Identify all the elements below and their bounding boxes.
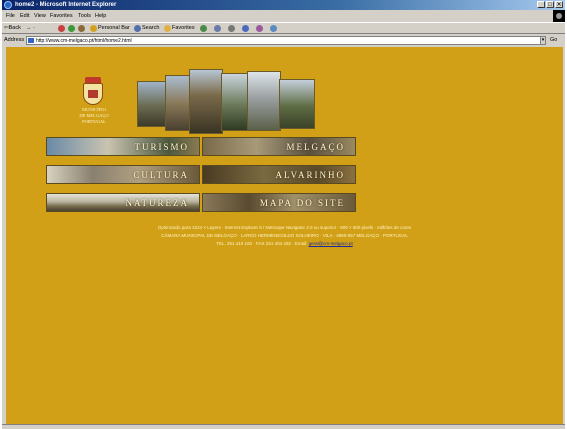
photo-collage bbox=[137, 69, 315, 134]
ie-throbber-icon bbox=[553, 10, 565, 22]
footer-contacts: TEL. 251 410 100 · FAX 251 404 425 · Ema… bbox=[6, 241, 563, 247]
favorites-button[interactable]: Favorites bbox=[172, 23, 195, 34]
menu-button-label: NATUREZA bbox=[125, 198, 189, 208]
forward-button[interactable]: → · bbox=[26, 23, 35, 34]
collage-photo-2 bbox=[165, 75, 191, 131]
crest-caption-line-3: PORTUGAL bbox=[82, 119, 106, 124]
menu-edit[interactable]: Edit bbox=[20, 11, 29, 21]
menu-view[interactable]: View bbox=[34, 11, 46, 21]
favorites-icon bbox=[164, 25, 171, 32]
page-icon bbox=[28, 38, 34, 43]
minimize-button[interactable]: _ bbox=[537, 1, 545, 8]
ie-logo-icon bbox=[4, 1, 12, 9]
search-button[interactable]: Search bbox=[142, 23, 159, 34]
history-icon[interactable] bbox=[200, 25, 207, 32]
menu-button-mapa-do-site[interactable]: MAPA DO SITE bbox=[202, 193, 356, 212]
menu-button-melgaco[interactable]: MELGAÇO bbox=[202, 137, 356, 156]
footer-phone-fax: TEL. 251 410 100 · FAX 251 404 425 · Ema… bbox=[216, 241, 308, 246]
personal-bar-icon bbox=[90, 25, 97, 32]
personal-bar-button[interactable]: Personal Bar bbox=[98, 23, 130, 34]
crest-caption: MUNICÍPIO DE MELGAÇO PORTUGAL bbox=[66, 107, 122, 125]
collage-photo-5 bbox=[247, 71, 281, 131]
menu-favorites[interactable]: Favorites bbox=[50, 11, 73, 21]
menu-button-label: TURISMO bbox=[134, 142, 189, 152]
menu-tools[interactable]: Tools bbox=[78, 11, 91, 21]
collage-photo-6 bbox=[279, 79, 315, 129]
status-bar bbox=[2, 424, 565, 429]
address-bar: Address http://www.cm-melgaco.pt/html/ho… bbox=[2, 35, 565, 46]
close-button[interactable]: ✕ bbox=[555, 1, 563, 8]
crest-emblem bbox=[88, 90, 98, 98]
collage-photo-4 bbox=[221, 73, 249, 131]
menu-file[interactable]: File bbox=[6, 11, 15, 21]
footer-optimization-note: Optimizado para 1024 × Layers · Internet… bbox=[157, 225, 412, 230]
menu-bar: File Edit View Favorites Tools Help bbox=[2, 11, 565, 21]
back-button[interactable]: ⇦Back bbox=[4, 23, 21, 34]
menu-button-alvarinho[interactable]: ALVARINHO bbox=[202, 165, 356, 184]
menu-button-label: MAPA DO SITE bbox=[259, 198, 345, 208]
go-button[interactable]: Go bbox=[550, 35, 557, 46]
address-label: Address bbox=[4, 37, 25, 43]
menu-button-label: MELGAÇO bbox=[286, 142, 345, 152]
menu-button-cultura[interactable]: CULTURA bbox=[46, 165, 200, 184]
menu-button-label: CULTURA bbox=[133, 170, 189, 180]
footer-address: CÂMARA MUNICIPAL DE MELGAÇO · LARGO HERM… bbox=[161, 233, 408, 238]
menu-button-label: ALVARINHO bbox=[275, 170, 345, 180]
mail-icon[interactable] bbox=[214, 25, 221, 32]
discuss-icon[interactable] bbox=[256, 25, 263, 32]
browser-window: home2 - Microsoft Internet Explorer _ □ … bbox=[2, 0, 565, 429]
address-input[interactable]: http://www.cm-melgaco.pt/html/home2.html bbox=[26, 36, 544, 45]
menu-button-turismo[interactable]: TURISMO bbox=[46, 137, 200, 156]
page-content: MUNICÍPIO DE MELGAÇO PORTUGAL TURISMO ME… bbox=[6, 47, 563, 424]
maximize-button[interactable]: □ bbox=[546, 1, 554, 8]
address-dropdown-button[interactable]: ▾ bbox=[540, 36, 546, 45]
refresh-icon[interactable] bbox=[68, 25, 75, 32]
menu-button-natureza[interactable]: NATUREZA bbox=[46, 193, 200, 212]
print-icon[interactable] bbox=[228, 25, 235, 32]
title-bar: home2 - Microsoft Internet Explorer _ □ … bbox=[2, 0, 565, 10]
municipal-crest-logo[interactable] bbox=[79, 77, 107, 107]
standard-toolbar: ⇦Back → · Personal Bar Search Favorites bbox=[2, 22, 565, 34]
home-icon[interactable] bbox=[78, 25, 85, 32]
search-icon bbox=[134, 25, 141, 32]
collage-photo-1 bbox=[137, 81, 167, 127]
address-url[interactable]: http://www.cm-melgaco.pt/html/home2.html bbox=[36, 37, 132, 45]
edit-icon[interactable] bbox=[242, 25, 249, 32]
collage-photo-3 bbox=[189, 69, 223, 134]
footer-email-link[interactable]: geral@cm-melgaco.pt bbox=[309, 241, 353, 246]
window-title: home2 - Microsoft Internet Explorer bbox=[15, 2, 117, 8]
stop-icon[interactable] bbox=[58, 25, 65, 32]
menu-help[interactable]: Help bbox=[95, 11, 106, 21]
messenger-icon[interactable] bbox=[270, 25, 277, 32]
